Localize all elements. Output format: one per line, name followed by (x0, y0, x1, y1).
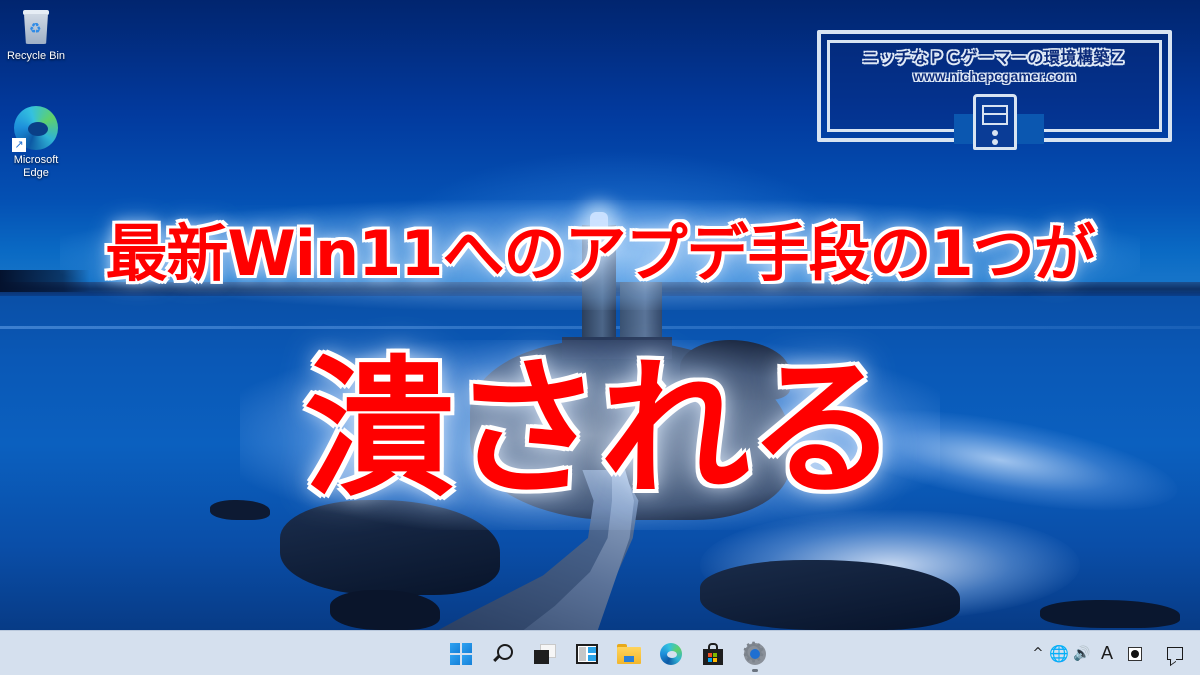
volume-button[interactable]: 🔊 (1070, 634, 1094, 674)
desktop-icon-label: Edge (23, 167, 49, 179)
edge-icon: ↗ (12, 106, 58, 152)
ime-mode-label: A (1100, 643, 1113, 663)
widgets-button[interactable] (567, 634, 607, 674)
headline-line-1: 最新Win11へのアプデ手段の1つが (105, 217, 1095, 290)
widgets-icon (576, 643, 598, 664)
network-button[interactable]: 🌐 (1048, 634, 1070, 674)
start-button[interactable] (441, 634, 481, 674)
microsoft-store-button[interactable] (693, 634, 733, 674)
desktop-icon-microsoft-edge[interactable]: ↗ Microsoft Edge (0, 106, 72, 180)
chevron-up-icon: ^ (1032, 646, 1044, 661)
notification-icon (1167, 647, 1183, 660)
speaker-icon: 🔊 (1073, 645, 1091, 662)
desktop-icon-label: Recycle Bin (6, 50, 66, 62)
rock (1040, 600, 1180, 628)
task-view-icon (534, 643, 556, 664)
windows-start-icon (450, 642, 472, 665)
input-method-button[interactable]: A (1094, 634, 1120, 674)
running-indicator (752, 668, 758, 672)
desktop-icon-label: Microsoft (13, 154, 59, 166)
edge-icon (660, 642, 682, 665)
watermark-url: www.nichepcgamer.com (913, 68, 1076, 84)
recycle-bin-icon: ♻ (20, 8, 52, 46)
shortcut-arrow-icon: ↗ (12, 138, 26, 152)
search-icon (496, 644, 513, 660)
desktop-icon-recycle-bin[interactable]: ♻ Recycle Bin (0, 8, 72, 63)
file-explorer-button[interactable] (609, 634, 649, 674)
taskbar: ^ 🌐 🔊 A (0, 630, 1200, 675)
tray-app-icon (1128, 646, 1142, 661)
task-view-button[interactable] (525, 634, 565, 674)
taskbar-pinned-apps (440, 631, 776, 675)
system-tray: ^ 🌐 🔊 A (1028, 631, 1200, 675)
watermark-title: ニッチなＰＣゲーマーの環境構築Ｚ (862, 48, 1127, 67)
tray-app-button[interactable] (1120, 634, 1150, 674)
folder-icon (617, 643, 641, 664)
rock (330, 590, 440, 630)
globe-network-icon: 🌐 (1049, 644, 1069, 663)
headline-line-2: 潰される (303, 343, 898, 517)
gear-icon (741, 637, 766, 669)
show-hidden-icons-button[interactable]: ^ (1028, 634, 1048, 674)
edge-taskbar-button[interactable] (651, 634, 691, 674)
microsoft-store-icon (703, 642, 723, 665)
notification-center-button[interactable] (1150, 634, 1200, 674)
site-watermark: ニッチなＰＣゲーマーの環境構築Ｚ www.nichepcgamer.com (817, 30, 1172, 150)
settings-button[interactable] (735, 634, 775, 674)
search-button[interactable] (483, 634, 523, 674)
pc-tower-icon (973, 94, 1017, 150)
